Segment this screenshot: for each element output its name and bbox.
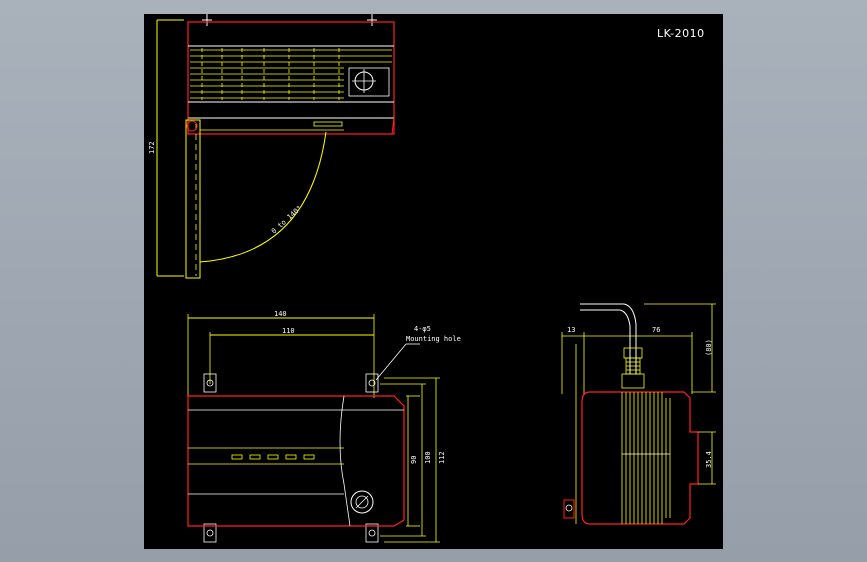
end-housing-outline [581, 391, 699, 525]
side-view: 172 0 to 140° [148, 14, 395, 279]
dim-80: (80) [705, 339, 713, 356]
cable [580, 303, 637, 374]
door-panel [185, 119, 201, 279]
end-cooling-fins [621, 392, 671, 524]
end-view: 13 76 (80) 35.4 [561, 303, 716, 525]
dim-height-172: 172 [148, 141, 156, 154]
cad-drawing-canvas: LK-2010 172 0 to 140° 140 110 4-φ5 Mount… [144, 14, 723, 549]
front-view: 140 110 4-φ5 Mounting hole 90 100 112 [187, 310, 461, 543]
cable-connector [621, 347, 645, 389]
drawing-title: LK-2010 [657, 27, 705, 40]
dim-width-140: 140 [274, 310, 287, 318]
door-swing-arc [199, 131, 327, 263]
dim-width-110: 110 [282, 327, 295, 335]
side-cooling-fins [190, 48, 392, 100]
indicator-leds [231, 454, 315, 460]
mounting-hole-spec: 4-φ5 [414, 325, 431, 333]
dim-height-112: 112 [438, 451, 446, 464]
dim-35-4: 35.4 [705, 451, 713, 468]
mounting-hole-label: Mounting hole [406, 335, 461, 343]
dim-height-100: 100 [424, 451, 432, 464]
dim-13: 13 [567, 326, 575, 334]
swing-angle-label: 0 to 140° [270, 204, 304, 235]
side-housing-outline [187, 21, 395, 135]
dim-76: 76 [652, 326, 660, 334]
cad-drawing: LK-2010 172 0 to 140° 140 110 4-φ5 Mount… [148, 14, 716, 543]
dim-height-90: 90 [410, 456, 418, 464]
